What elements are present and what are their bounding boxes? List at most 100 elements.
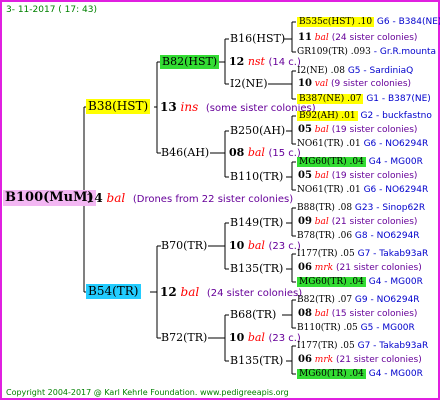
drone-note: (Drones from 22 sister colonies) (132, 194, 294, 205)
copyright-footer: Copyright 2004-2017 @ Karl Kehrle Founda… (6, 388, 289, 397)
year: 10 (298, 78, 312, 89)
gen5-label[interactable]: B110(TR) .05 (297, 323, 358, 333)
gen5-label[interactable]: B78(TR) .06 (297, 231, 352, 241)
grade-code: G7 - Takab93aR (357, 341, 429, 351)
sister-note: (21 sister colonies) (335, 263, 422, 273)
gen2-info: 13 ins (some sister colonies) (160, 100, 316, 116)
gen5-row: NO61(TR) .01 G6 - NO6294R (297, 138, 428, 150)
year: 10 (229, 331, 245, 344)
gen5-label[interactable]: NO61(TR) .01 (297, 139, 361, 149)
gen5-row: B110(TR) .05 G5 - MG00R (297, 322, 415, 334)
gen3-label[interactable]: B46(AH) (161, 146, 209, 160)
gen5-row: NO61(TR) .01 G6 - NO6294R (297, 184, 428, 196)
grade-code: G1 - B387(NE) (366, 94, 431, 104)
gen4-info: 08 bal (15 sister colonies) (298, 308, 417, 320)
breed-mark: bal (314, 309, 329, 319)
grade-code: G8 - NO6294R (354, 231, 420, 241)
breed-mark: mrk (314, 355, 334, 365)
sister-note: (14 c.) (268, 57, 301, 68)
gen3-info: 10 bal (23 c.) (229, 239, 301, 254)
gen4-info: 09 bal (21 sister colonies) (298, 216, 417, 228)
queen-label[interactable]: B100(MuM) (3, 190, 96, 206)
gen2-info: 12 bal (24 sister colonies) (160, 285, 302, 301)
gen5-label[interactable]: MG60(TR) .04 (297, 277, 366, 287)
gen5-label[interactable]: MG60(TR) .04 (297, 157, 366, 167)
sister-note: (15 sister colonies) (331, 309, 418, 319)
gen4-label[interactable]: B110(TR) (230, 170, 283, 184)
gen3-info: 12 nst (14 c.) (229, 55, 301, 70)
year: 09 (298, 216, 312, 227)
gen5-label[interactable]: I2(NE) .08 (297, 66, 345, 76)
gen5-label[interactable]: I177(TR) .05 (297, 341, 355, 351)
sister-note: (23 c.) (268, 241, 301, 252)
gen4-label[interactable]: I2(NE) (230, 77, 268, 91)
gen5-label[interactable]: NO61(TR) .01 (297, 185, 361, 195)
sister-note: (21 sister colonies) (335, 355, 422, 365)
gen3-label[interactable]: B70(TR) (161, 239, 207, 253)
year: 12 (229, 55, 245, 68)
gen5-row: I2(NE) .08 G5 - SardiniaQ (297, 65, 413, 77)
gen5-label[interactable]: B88(TR) .08 (297, 203, 352, 213)
gen5-row: I177(TR) .05 G7 - Takab93aR (297, 248, 428, 260)
gen4-label[interactable]: B149(TR) (230, 216, 283, 230)
sister-note: (23 c.) (268, 333, 301, 344)
grade-code: G7 - Takab93aR (357, 249, 429, 259)
gen4-info: 06 mrk (21 sister colonies) (298, 262, 422, 274)
gen5-row: B78(TR) .06 G8 - NO6294R (297, 230, 420, 242)
gen5-row: MG60(TR) .04 G4 - MG00R (297, 276, 423, 288)
grade-code: G5 - SardiniaQ (347, 66, 414, 76)
gen5-label[interactable]: B535c(HST) .10 (297, 17, 375, 27)
grade-code: G6 - NO6294R (363, 139, 429, 149)
year: 05 (298, 170, 312, 181)
year: 05 (298, 124, 312, 135)
year: 06 (298, 354, 312, 365)
grade-code: - Gr.R.mounta (373, 47, 437, 57)
breed-mark: bal (180, 285, 200, 299)
gen4-label[interactable]: B250(AH) (230, 124, 285, 138)
year: 10 (229, 239, 245, 252)
grade-code: G5 - MG00R (360, 323, 415, 333)
year: 13 (160, 100, 177, 114)
gen2-label[interactable]: B54(TR) (86, 284, 141, 299)
sister-note: (15 c.) (268, 148, 301, 159)
breed-mark: bal (247, 146, 265, 159)
grade-code: G23 - Sinop62R (354, 203, 426, 213)
gen5-label[interactable]: MG60(TR) .04 (297, 369, 366, 379)
breed-mark: bal (314, 171, 329, 181)
gen4-label[interactable]: B135(TR) (230, 262, 283, 276)
gen5-label[interactable]: B387(NE) .07 (297, 94, 364, 104)
gen5-row: I177(TR) .05 G7 - Takab93aR (297, 340, 428, 352)
sister-note: (24 sister colonies) (331, 33, 418, 43)
breed-mark: nst (247, 55, 265, 68)
gen3-info: 08 bal (15 c.) (229, 146, 301, 161)
gen5-label[interactable]: B92(AH) .01 (297, 111, 358, 121)
gen5-row: B535c(HST) .10 G6 - B384(NE) (297, 16, 440, 28)
sister-note: (19 sister colonies) (331, 171, 418, 181)
gen5-row: B387(NE) .07 G1 - B387(NE) (297, 93, 431, 105)
gen3-info: 10 bal (23 c.) (229, 331, 301, 346)
gen3-label[interactable]: B82(HST) (160, 55, 220, 69)
gen5-row: B88(TR) .08 G23 - Sinop62R (297, 202, 425, 214)
gen2-label[interactable]: B38(HST) (86, 99, 151, 114)
gen4-label[interactable]: B68(TR) (230, 308, 276, 322)
sister-note: (24 sister colonies) (206, 288, 303, 299)
breed-mark: ins (180, 100, 199, 114)
gen3-label[interactable]: B72(TR) (161, 331, 207, 345)
gen5-row: MG60(TR) .04 G4 - MG00R (297, 368, 423, 380)
gen5-label[interactable]: GR109(TR) .093 (297, 47, 371, 57)
year: 12 (160, 285, 177, 299)
gen4-info: 05 bal (19 sister colonies) (298, 124, 417, 136)
gen5-row: B82(TR) .07 G9 - NO6294R (297, 294, 420, 306)
gen4-label[interactable]: B135(TR) (230, 354, 283, 368)
grade-code: G6 - B384(NE) (376, 17, 440, 27)
gen4-label[interactable]: B16(HST) (230, 32, 285, 46)
breed-mark: bal (106, 191, 126, 205)
breed-mark: bal (247, 331, 265, 344)
gen5-row: MG60(TR) .04 G4 - MG00R (297, 156, 423, 168)
gen4-info: 11 bal (24 sister colonies) (298, 32, 417, 44)
gen5-label[interactable]: B82(TR) .07 (297, 295, 352, 305)
gen5-label[interactable]: I177(TR) .05 (297, 249, 355, 259)
breed-mark: bal (314, 125, 329, 135)
year: 11 (298, 32, 312, 43)
gen5-row: B92(AH) .01 G2 - buckfastno (297, 110, 432, 122)
